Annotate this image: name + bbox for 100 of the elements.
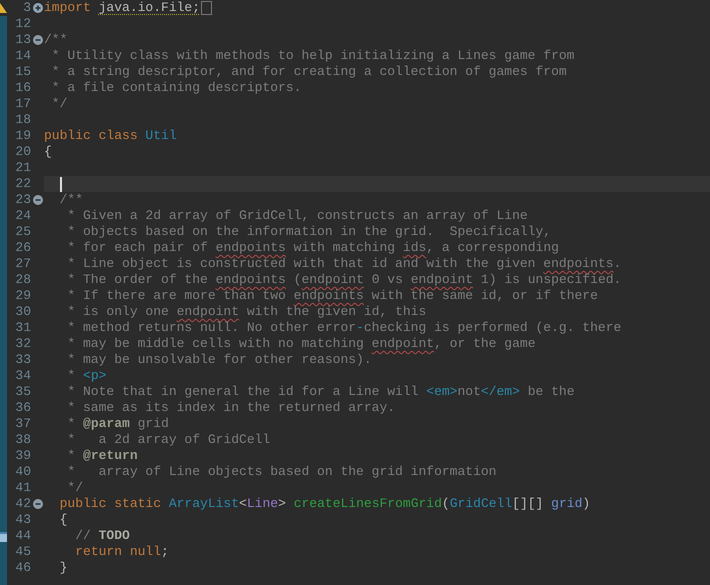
line-number: 15 — [14, 64, 31, 80]
code-keyword: return null — [74, 544, 162, 560]
line-number: 31 — [14, 320, 31, 336]
line-number: 43 — [14, 512, 31, 528]
html-tag: - — [356, 320, 364, 336]
text-caret — [60, 176, 62, 192]
line-number: 38 — [14, 432, 31, 448]
line-number: 23 — [14, 192, 31, 208]
code-comment: , a corresponding — [426, 240, 559, 256]
line-number: 40 — [14, 464, 31, 480]
code-keyword: import — [44, 0, 92, 16]
line-number: 37 — [14, 416, 31, 432]
line-number: 24 — [14, 208, 31, 224]
parameter-name: grid — [551, 496, 582, 512]
code-comment: * is only one — [66, 304, 170, 320]
type-name: Util — [145, 128, 177, 144]
todo-tag: TODO — [98, 528, 130, 544]
code-comment: * If there are more than two — [66, 288, 287, 304]
code-comment: 1) is unspecified. — [480, 272, 622, 288]
type-parameter: Line — [246, 496, 278, 512]
code-comment: be the — [526, 384, 575, 400]
line-number: 45 — [14, 544, 31, 560]
code-text: { — [58, 512, 68, 528]
line-number: 22 — [14, 176, 31, 192]
line-number: 20 — [14, 144, 31, 160]
html-tag: </em> — [480, 384, 520, 400]
code-comment: */ — [50, 96, 68, 112]
javadoc-tag: @param — [83, 416, 130, 432]
misspelled-word: endpoints — [216, 240, 286, 256]
code-comment: with the given id, this — [246, 304, 426, 320]
line-number: 39 — [14, 448, 31, 464]
code-text: ( — [442, 496, 450, 512]
code-text: ) — [582, 496, 590, 512]
code-comment: * for each pair of — [66, 240, 209, 256]
code-comment: . — [614, 256, 622, 272]
misspelled-word: endpoint — [301, 272, 364, 288]
code-comment: * — [66, 368, 76, 384]
expand-icon[interactable] — [32, 3, 42, 13]
code-comment: checking is performed (e.g. there — [364, 320, 622, 336]
code-text: } — [58, 560, 68, 576]
javadoc-tag: @return — [83, 448, 138, 464]
code-comment: /** — [44, 32, 68, 48]
line-number: 19 — [14, 128, 31, 144]
code-comment: /** — [58, 192, 84, 208]
code-comment: * Note that in general the id for a Line will — [66, 384, 420, 400]
line-number: 25 — [14, 224, 31, 240]
line-number: 3 — [22, 0, 31, 16]
code-comment: * objects based on the information in the grid. Specifically, — [66, 224, 552, 240]
misspelled-word: endpoint — [176, 304, 240, 320]
task-icon[interactable] — [0, 530, 7, 542]
code-comment: grid — [136, 416, 169, 432]
code-comment: * array of Line objects based on the grid information — [66, 464, 496, 480]
collapse-icon[interactable] — [32, 35, 42, 45]
line-number: 32 — [14, 336, 31, 352]
collapse-icon[interactable] — [32, 499, 42, 509]
collapse-icon[interactable] — [32, 195, 42, 205]
code-comment: 0 vs — [370, 272, 404, 288]
line-number: 14 — [14, 48, 31, 64]
type-name: ArrayList — [168, 496, 240, 512]
code-comment: * — [66, 448, 76, 464]
html-tag: <em> — [426, 384, 458, 400]
code-text: < — [239, 496, 247, 512]
line-number: 34 — [14, 368, 31, 384]
misspelled-word: endpoints — [543, 256, 614, 272]
code-keyword: public class — [44, 128, 139, 144]
code-keyword: public static — [58, 496, 162, 512]
code-comment: * may be unsolvable for other reasons). — [66, 352, 372, 368]
code-text: { — [44, 144, 52, 160]
line-number: 21 — [14, 160, 31, 176]
code-text: > — [278, 496, 287, 512]
html-tag: <p> — [83, 368, 106, 384]
code-comment: * The order of the — [66, 272, 209, 288]
misspelled-word: endpoint — [410, 272, 474, 288]
method-name: createLinesFromGrid — [294, 496, 442, 512]
import-name: java.io.File; — [98, 0, 200, 16]
line-number: 44 — [14, 528, 31, 544]
line-number: 18 — [14, 112, 31, 128]
line-number: 12 — [14, 16, 31, 32]
misspelled-word: ids — [402, 240, 426, 256]
line-number: 26 — [14, 240, 31, 256]
line-number: 36 — [14, 400, 31, 416]
code-comment: * method returns null. No other error — [66, 320, 356, 336]
code-text: [][] — [512, 496, 544, 512]
line-number: 13 — [14, 32, 31, 48]
misspelled-word: endpoint — [372, 336, 434, 352]
code-comment: , or the game — [434, 336, 536, 352]
line-number: 30 — [14, 304, 31, 320]
line-number: 28 — [14, 272, 31, 288]
folded-code-marker[interactable] — [201, 1, 212, 15]
code-comment: with the same id, or if there — [370, 288, 598, 304]
line-number: 27 — [14, 256, 31, 272]
line-number: 41 — [14, 480, 31, 496]
code-comment: ( — [292, 272, 302, 288]
misspelled-word: endpoints — [294, 288, 364, 304]
type-name: GridCell — [450, 496, 512, 512]
code-comment: not — [457, 384, 481, 400]
line-number: 46 — [14, 560, 31, 576]
line-number: 42 — [14, 496, 31, 512]
code-comment: // — [74, 528, 92, 544]
code-comment: */ — [66, 480, 84, 496]
